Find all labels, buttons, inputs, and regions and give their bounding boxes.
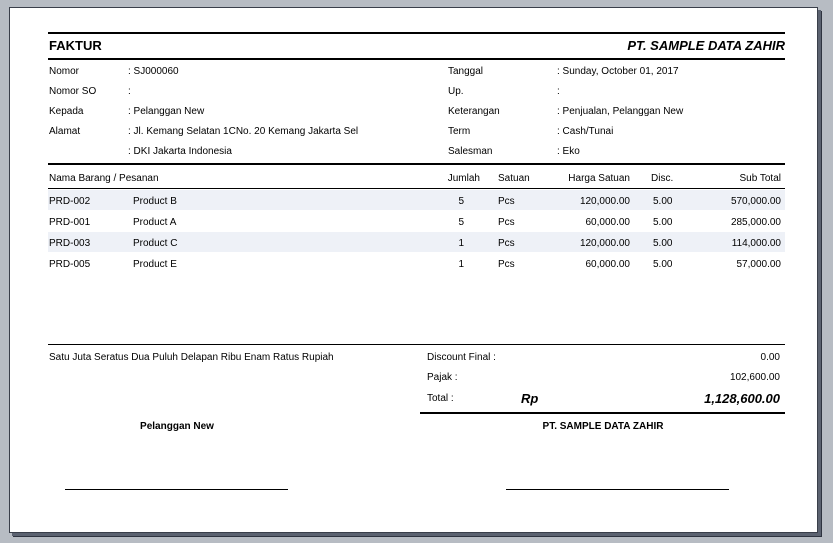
value-up: : [557, 86, 560, 97]
tax-value: 102,600.00 [729, 372, 780, 383]
label-up: Up. [448, 86, 464, 97]
row-code: PRD-003 [49, 238, 91, 249]
col-subtotal: Sub Total [739, 173, 781, 184]
value-kepada: : Pelanggan New [128, 106, 205, 117]
header-rule [48, 58, 785, 60]
invoice-title: FAKTUR [49, 38, 102, 53]
row-name: Product E [133, 259, 177, 270]
row-price: 60,000.00 [585, 217, 631, 228]
row-unit: Pcs [498, 238, 515, 249]
value-alamat-2: : DKI Jakarta Indonesia [128, 146, 232, 157]
discount-value: 0.00 [760, 352, 780, 363]
row-name: Product B [133, 196, 177, 207]
label-tanggal: Tanggal [448, 66, 484, 77]
value-salesman: : Eko [557, 146, 580, 157]
col-unit: Satuan [498, 173, 530, 184]
row-price: 120,000.00 [579, 196, 630, 207]
row-qty: 1 [458, 238, 464, 249]
row-code: PRD-001 [49, 217, 91, 228]
row-unit: Pcs [498, 259, 515, 270]
top-rule [48, 32, 785, 34]
label-nomor: Nomor [49, 66, 80, 77]
total-value: 1,128,600.00 [704, 391, 780, 406]
value-term: : Cash/Tunai [557, 126, 614, 137]
signature-line-company [506, 489, 729, 490]
row-disc: 5.00 [653, 259, 673, 270]
row-name: Product C [133, 238, 178, 249]
company-name: PT. SAMPLE DATA ZAHIR [627, 38, 785, 53]
label-alamat: Alamat [49, 126, 81, 137]
tax-label: Pajak : [427, 372, 458, 383]
row-price: 60,000.00 [585, 259, 631, 270]
label-keterangan: Keterangan [448, 106, 500, 117]
row-price: 120,000.00 [579, 238, 630, 249]
row-qty: 5 [458, 196, 464, 207]
row-unit: Pcs [498, 217, 515, 228]
table-header-rule [48, 188, 785, 189]
signature-line-customer [65, 489, 288, 490]
value-tanggal: : Sunday, October 01, 2017 [557, 66, 679, 77]
col-price: Harga Satuan [568, 173, 630, 184]
signature-company-name: PT. SAMPLE DATA ZAHIR [542, 421, 664, 432]
row-disc: 5.00 [653, 196, 673, 207]
row-subtotal: 570,000.00 [730, 196, 781, 207]
invoice-page: FAKTUR PT. SAMPLE DATA ZAHIR Nomor : SJ0… [9, 7, 818, 533]
value-nomor-so: : [128, 86, 131, 97]
row-disc: 5.00 [653, 217, 673, 228]
row-unit: Pcs [498, 196, 515, 207]
row-name: Product A [133, 217, 177, 228]
col-qty: Jumlah [447, 173, 480, 184]
value-alamat: : Jl. Kemang Selatan 1CNo. 20 Kemang Jak… [128, 126, 359, 137]
row-qty: 5 [458, 217, 464, 228]
value-keterangan: : Penjualan, Pelanggan New [557, 106, 684, 117]
col-item: Nama Barang / Pesanan [49, 173, 159, 184]
label-kepada: Kepada [49, 106, 84, 117]
row-code: PRD-005 [49, 259, 91, 270]
row-subtotal: 57,000.00 [736, 259, 782, 270]
col-disc: Disc. [651, 173, 674, 184]
table-top-rule [48, 163, 785, 165]
discount-label: Discount Final : [427, 352, 496, 363]
row-code: PRD-002 [49, 196, 91, 207]
label-salesman: Salesman [448, 146, 493, 157]
row-qty: 1 [458, 259, 464, 270]
label-term: Term [448, 126, 471, 137]
amount-in-words: Satu Juta Seratus Dua Puluh Delapan Ribu… [49, 352, 334, 363]
row-subtotal: 285,000.00 [730, 217, 781, 228]
footer-top-rule [48, 344, 785, 345]
print-preview-background: FAKTUR PT. SAMPLE DATA ZAHIR Nomor : SJ0… [0, 0, 833, 543]
row-disc: 5.00 [653, 238, 673, 249]
row-subtotal: 114,000.00 [731, 238, 781, 249]
total-label: Total : [427, 393, 454, 404]
signature-customer-name: Pelanggan New [140, 421, 214, 432]
value-nomor: : SJ000060 [128, 66, 179, 77]
currency-label: Rp [521, 391, 539, 406]
total-rule [420, 412, 785, 414]
label-nomor-so: Nomor SO [49, 86, 97, 97]
